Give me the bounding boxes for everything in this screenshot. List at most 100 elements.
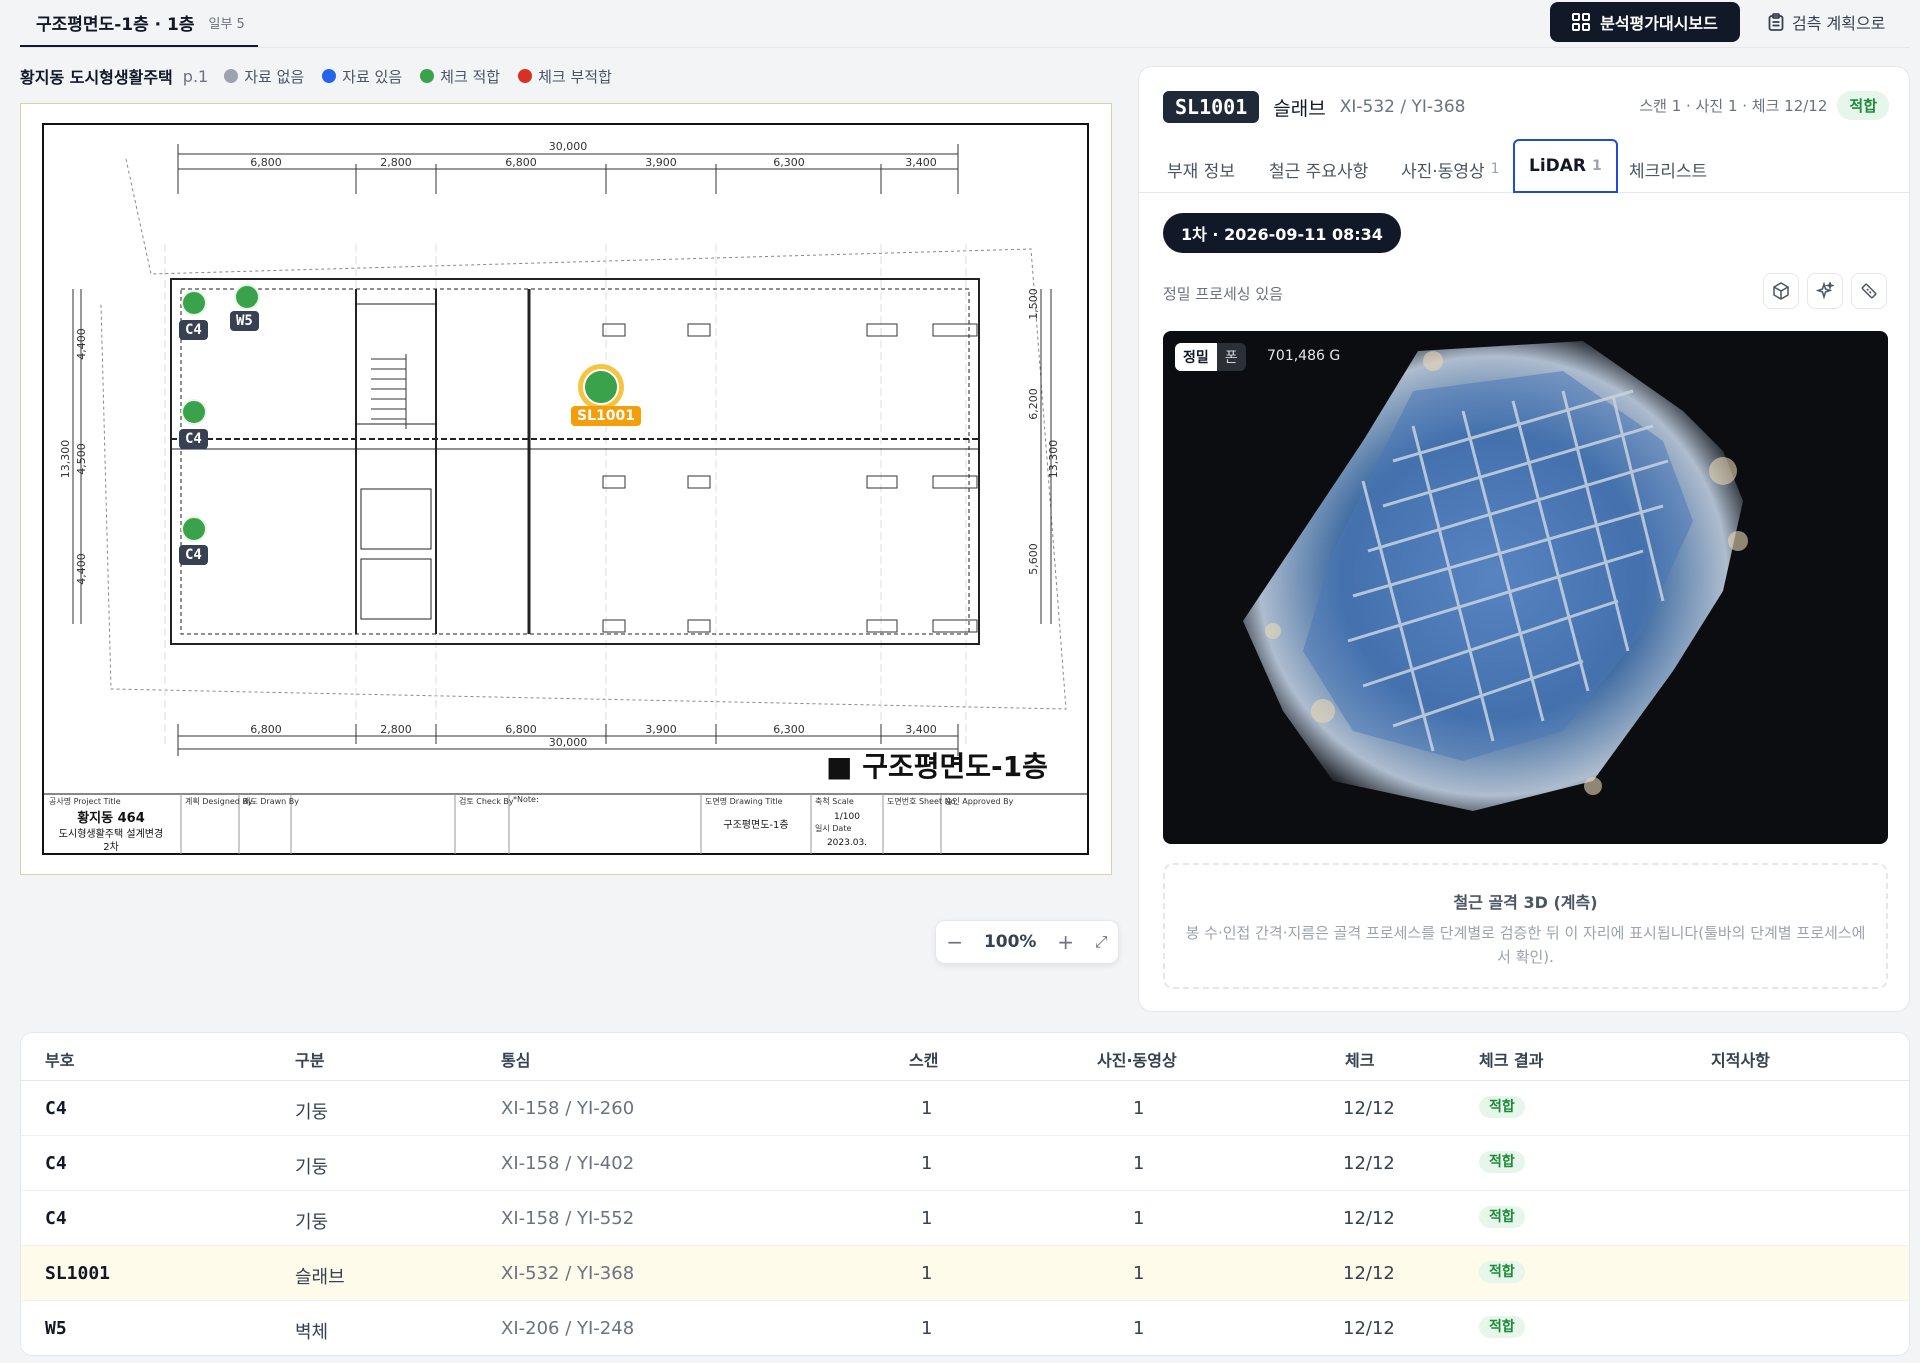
cell-kind: 기둥 xyxy=(295,1212,329,1233)
date-label: 일시 Date xyxy=(815,824,851,833)
marker-label-selected[interactable]: SL1001 xyxy=(571,406,641,426)
approved-label: 승인 Approved By xyxy=(945,796,1014,806)
sparkle-icon[interactable] xyxy=(1807,273,1843,309)
dimension-label: 6,200 xyxy=(1027,388,1040,420)
marker-c4-2[interactable] xyxy=(181,399,207,425)
legend-item-check-ok: 체크 적합 xyxy=(420,66,500,87)
marker-label[interactable]: C4 xyxy=(179,545,208,565)
divider xyxy=(20,47,1910,48)
col-result[interactable]: 체크 결과 xyxy=(1479,1047,1543,1071)
floor-plan-drawing[interactable]: 6,800 2,800 6,800 3,900 6,300 3,400 30,0… xyxy=(21,104,1113,876)
ruler-icon[interactable] xyxy=(1851,273,1887,309)
cell-check: 12/12 xyxy=(1343,1318,1395,1339)
table-row-selected[interactable]: SL1001 슬래브 XI-532 / YI-368 1 1 12/12 적합 xyxy=(21,1246,1909,1301)
tab-member-info[interactable]: 부재 정보 xyxy=(1167,145,1235,193)
cell-grid: XI-158 / YI-260 xyxy=(501,1098,635,1119)
dimension-label: 2,800 xyxy=(380,156,412,169)
detail-header: SL1001 슬래브 XI-532 / YI-368 xyxy=(1163,87,1465,127)
marker-c4-3[interactable] xyxy=(181,516,207,542)
result-badge: 적합 xyxy=(1479,1096,1525,1118)
col-kind[interactable]: 구분 xyxy=(295,1047,324,1071)
legend-item-has-data: 자료 있음 xyxy=(322,66,402,87)
tab-label: LiDAR xyxy=(1529,156,1587,176)
cell-media: 1 xyxy=(1133,1208,1145,1229)
tab-checklist[interactable]: 체크리스트 xyxy=(1629,145,1707,193)
marker-label[interactable]: W5 xyxy=(230,311,259,331)
cell-kind: 기둥 xyxy=(295,1102,329,1123)
table-row[interactable]: C4 기둥 XI-158 / YI-260 1 1 12/12 적합 xyxy=(21,1081,1909,1136)
dashboard-button-label: 분석평가대시보드 xyxy=(1600,14,1718,33)
scan-selector[interactable]: 1차 · 2026-09-11 08:34 xyxy=(1163,213,1401,253)
col-issue[interactable]: 지적사항 xyxy=(1711,1047,1770,1071)
result-badge: 적합 xyxy=(1479,1316,1525,1338)
dimension-label: 1,500 xyxy=(1027,288,1040,320)
cell-kind: 기둥 xyxy=(295,1157,329,1178)
tab-label: 체크리스트 xyxy=(1629,161,1708,182)
detail-meta: 스캔 1 · 사진 1 · 체크 12/12 적합 xyxy=(1639,91,1889,120)
dimension-total: 13,300 xyxy=(1047,440,1060,479)
dimension-label: 6,800 xyxy=(505,723,537,736)
cell-result: 적합 xyxy=(1479,1260,1525,1283)
legend-label: 자료 없음 xyxy=(244,67,305,86)
tab-count: 1 xyxy=(1490,161,1500,177)
legend-label: 체크 부적합 xyxy=(538,67,612,86)
col-scan[interactable]: 스캔 xyxy=(909,1047,938,1071)
result-badge: 적합 xyxy=(1479,1151,1525,1173)
tab-label: 철근 주요사항 xyxy=(1269,161,1369,182)
dashboard-button[interactable]: 분석평가대시보드 xyxy=(1550,2,1740,42)
drawing-title: ■ 구조평면도-1층 xyxy=(826,750,1048,783)
table-row[interactable]: C4 기둥 XI-158 / YI-552 1 1 12/12 적합 xyxy=(21,1191,1909,1246)
dimension-label: 6,300 xyxy=(773,723,805,736)
tab-rebar[interactable]: 철근 주요사항 xyxy=(1269,145,1368,193)
zoom-level: 100% xyxy=(983,932,1037,952)
zoom-out-icon[interactable]: − xyxy=(946,930,963,954)
member-table: 부호 구분 통심 스캔 사진·동영상 체크 체크 결과 지적사항 C4 기둥 X… xyxy=(20,1032,1910,1356)
tab-media[interactable]: 사진·동영상 1 xyxy=(1401,145,1500,193)
col-media[interactable]: 사진·동영상 xyxy=(1097,1047,1177,1071)
marker-label[interactable]: C4 xyxy=(179,320,208,340)
toggle-phone[interactable]: 폰 xyxy=(1217,343,1246,371)
legend-item-check-fail: 체크 부적합 xyxy=(518,66,612,87)
tab-drawing[interactable]: 구조평면도-1층 · 1층 일부 5 xyxy=(20,0,258,48)
legend-label: 자료 있음 xyxy=(342,67,403,86)
legend-dot xyxy=(420,69,435,83)
marker-c4-1[interactable] xyxy=(181,290,207,316)
col-code[interactable]: 부호 xyxy=(45,1047,74,1071)
tab-label: 부재 정보 xyxy=(1167,161,1235,182)
cell-scan: 1 xyxy=(921,1153,933,1174)
note-title: 철근 골격 3D (계측) xyxy=(1453,893,1598,912)
marker-sl1001-selected[interactable] xyxy=(583,369,619,405)
zoom-in-icon[interactable]: + xyxy=(1057,930,1074,954)
table-row[interactable]: W5 벽체 XI-206 / YI-248 1 1 12/12 적합 xyxy=(21,1301,1909,1355)
fullscreen-icon[interactable]: ⤢ xyxy=(1095,932,1108,952)
col-check[interactable]: 체크 xyxy=(1345,1047,1374,1071)
plan-button[interactable]: 검측 계획으로 xyxy=(1762,2,1912,42)
lidar-viewer[interactable]: 정밀 폰 701,486 G xyxy=(1163,331,1888,844)
cell-code: SL1001 xyxy=(45,1263,111,1284)
drawn-by-label: 제도 Drawn By xyxy=(243,797,299,806)
dimension-label: 4,400 xyxy=(75,328,88,360)
table-row[interactable]: C4 기둥 XI-158 / YI-402 1 1 12/12 적합 xyxy=(21,1136,1909,1191)
legend-item-no-data: 자료 없음 xyxy=(224,66,304,87)
date-text: 2023.03. xyxy=(827,838,867,848)
marker-w5[interactable] xyxy=(234,284,260,310)
dimension-total: 30,000 xyxy=(549,140,588,153)
viewer-tools xyxy=(1763,273,1887,309)
dimension-label: 6,300 xyxy=(773,156,805,169)
marker-label[interactable]: C4 xyxy=(179,429,208,449)
tab-lidar[interactable]: LiDAR 1 xyxy=(1513,139,1618,193)
zoom-control: − 100% + ⤢ xyxy=(935,920,1119,964)
toggle-precise[interactable]: 정밀 xyxy=(1175,343,1217,371)
cell-grid: XI-532 / YI-368 xyxy=(501,1263,635,1284)
cell-check: 12/12 xyxy=(1343,1153,1395,1174)
floor-plan-panel[interactable]: 6,800 2,800 6,800 3,900 6,300 3,400 30,0… xyxy=(20,103,1119,964)
quality-toggle[interactable]: 정밀 폰 xyxy=(1175,343,1246,371)
point-cloud[interactable] xyxy=(1163,331,1888,844)
legend-dot xyxy=(518,69,533,83)
dimension-label: 4,500 xyxy=(75,443,88,475)
dimension-label: 3,400 xyxy=(905,156,937,169)
cube-icon[interactable] xyxy=(1763,273,1799,309)
detail-meta-text: 스캔 1 · 사진 1 · 체크 12/12 xyxy=(1639,97,1828,115)
dimension-label: 6,800 xyxy=(250,723,282,736)
col-grid[interactable]: 통심 xyxy=(501,1047,530,1071)
